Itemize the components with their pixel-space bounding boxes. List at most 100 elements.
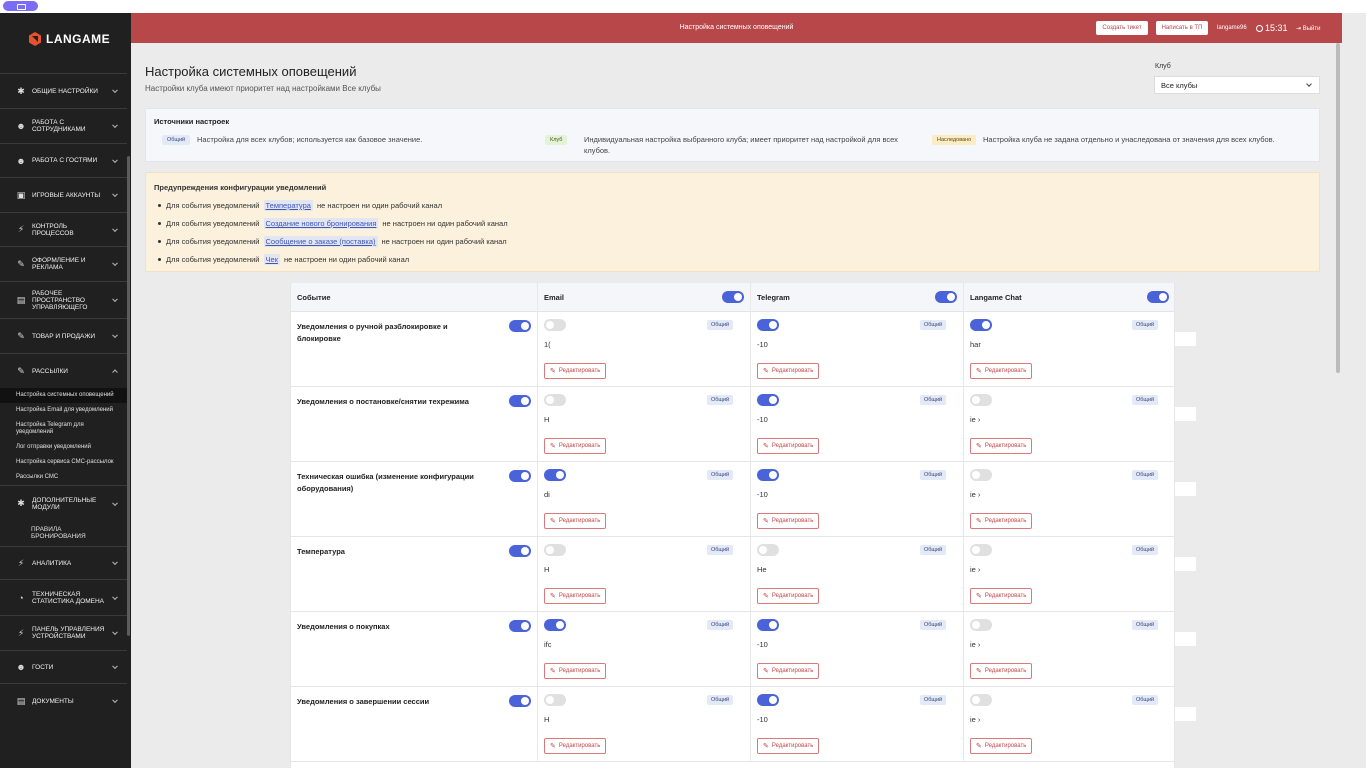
sidebar-subitem-booking-rules[interactable]: Правила бронирования	[0, 521, 127, 546]
chat-toggle[interactable]	[970, 319, 992, 331]
warning-event-link[interactable]: Создание нового бронирования	[263, 218, 379, 229]
sidebar-subitem[interactable]: Рассылки СМС	[0, 470, 127, 485]
telegram-toggle[interactable]	[757, 544, 779, 556]
event-toggle[interactable]	[509, 320, 531, 332]
edit-button[interactable]: ✎ Редактировать	[757, 738, 820, 754]
sidebar-item[interactable]: ▤ Документы	[0, 683, 127, 718]
logout-icon: ⇥	[1296, 26, 1303, 32]
chat-toggle[interactable]	[970, 619, 992, 631]
logo-text: LANGAME	[46, 32, 111, 46]
sidebar-item[interactable]: ✎ Оформление и реклама	[0, 246, 127, 281]
sidebar-item-label: Оформление и реклама	[32, 257, 86, 271]
edit-button[interactable]: ✎ Редактировать	[970, 738, 1033, 754]
table-row: Уведомления о ручной разблокировке и бло…	[291, 312, 1174, 387]
settings-sources-panel: Источники настроек Общий Настройка для в…	[145, 108, 1320, 162]
event-name: Уведомления о завершении сессии	[297, 697, 430, 706]
sidebar-subitem[interactable]: Настройка сервиса СМС-рассылок	[0, 455, 127, 470]
telegram-value: -10	[757, 640, 768, 649]
sidebar-item[interactable]: ⚡ Аналитика	[0, 546, 127, 579]
chevron-icon	[112, 191, 118, 198]
edit-button[interactable]: ✎ Редактировать	[544, 663, 607, 679]
sidebar-subitem[interactable]: Настройка Telegram для уведомлений	[0, 418, 127, 440]
event-toggle[interactable]	[509, 695, 531, 707]
email-master-toggle[interactable]	[722, 291, 744, 303]
chat-toggle[interactable]	[970, 394, 992, 406]
telegram-toggle[interactable]	[757, 319, 779, 331]
create-ticket-button[interactable]: Создать тикет	[1096, 21, 1148, 35]
edit-button[interactable]: ✎ Редактировать	[757, 663, 820, 679]
sidebar-item[interactable]: ✎ Товар и продажи	[0, 318, 127, 353]
logout-label: Выйти	[1302, 26, 1321, 32]
page-scrollbar[interactable]	[1336, 43, 1340, 373]
sidebar-subitem[interactable]: Настройка Email для уведомлений	[0, 403, 127, 418]
edit-button[interactable]: ✎ Редактировать	[544, 438, 607, 454]
chevron-icon	[112, 369, 118, 376]
warning-event-link[interactable]: Температура	[263, 200, 313, 211]
edit-button[interactable]: ✎ Редактировать	[544, 513, 607, 529]
sidebar-item[interactable]: ⚡ Панель управления устройствами	[0, 615, 127, 650]
sidebar-item[interactable]: ☻ Работа с сотрудниками	[0, 108, 127, 143]
edit-label: Редактировать	[771, 593, 814, 599]
sidebar-item[interactable]: ◔ Техническая статистика домена	[0, 579, 127, 615]
email-toggle[interactable]	[544, 694, 566, 706]
telegram-toggle[interactable]	[757, 394, 779, 406]
edit-button[interactable]: ✎ Редактировать	[970, 513, 1033, 529]
sidebar-item[interactable]: ☻ Работа с гостями	[0, 143, 127, 177]
inherit-text: Настройка клуба не задана отдельно и уна…	[983, 135, 1275, 144]
event-toggle[interactable]	[509, 620, 531, 632]
telegram-master-toggle[interactable]	[935, 291, 957, 303]
sidebar-subitem[interactable]: Настройка системных оповещений	[0, 388, 127, 403]
edit-button[interactable]: ✎ Редактировать	[757, 438, 820, 454]
edit-button[interactable]: ✎ Редактировать	[970, 438, 1033, 454]
event-toggle[interactable]	[509, 470, 531, 482]
warning-event-link[interactable]: Чек	[263, 254, 280, 265]
edit-button[interactable]: ✎ Редактировать	[757, 363, 820, 379]
event-toggle[interactable]	[509, 395, 531, 407]
pencil-icon: ✎	[550, 668, 556, 675]
edit-button[interactable]: ✎ Редактировать	[970, 588, 1033, 604]
sidebar-subitem[interactable]: Лог отправки уведомлений	[0, 440, 127, 455]
telegram-toggle[interactable]	[757, 619, 779, 631]
table-row: Уведомления о постановке/снятии техрежим…	[291, 387, 1174, 462]
edit-button[interactable]: ✎ Редактировать	[544, 363, 607, 379]
email-toggle[interactable]	[544, 544, 566, 556]
edit-button[interactable]: ✎ Редактировать	[970, 663, 1033, 679]
sidebar-item[interactable]: ✱ Дополнительные модули	[0, 485, 127, 521]
email-toggle[interactable]	[544, 619, 566, 631]
event-toggle[interactable]	[509, 545, 531, 557]
email-toggle[interactable]	[544, 319, 566, 331]
sidebar-item-label: Общие настройки	[32, 87, 98, 95]
edit-button[interactable]: ✎ Редактировать	[970, 363, 1033, 379]
telegram-toggle[interactable]	[757, 469, 779, 481]
sidebar-item[interactable]: ▣ Игровые аккаунты	[0, 177, 127, 212]
edit-button[interactable]: ✎ Редактировать	[544, 588, 607, 604]
sidebar-item[interactable]: ⚡ Контроль процессов	[0, 212, 127, 246]
write-support-button[interactable]: Написать в ТП	[1156, 21, 1208, 35]
email-toggle[interactable]	[544, 469, 566, 481]
logo[interactable]: LANGAME	[29, 32, 110, 46]
email-value: ifc	[544, 640, 552, 649]
window-icon[interactable]	[3, 1, 38, 11]
source-badge: Общий	[920, 320, 947, 330]
warning-prefix: Для события уведомлений	[166, 237, 260, 246]
chat-toggle[interactable]	[970, 694, 992, 706]
logout-button[interactable]: ⇥ Выйти	[1296, 25, 1320, 32]
user-name[interactable]: langame96	[1217, 25, 1247, 31]
chat-toggle[interactable]	[970, 544, 992, 556]
edit-button[interactable]: ✎ Редактировать	[757, 588, 820, 604]
warning-event-link[interactable]: Сообщение о заказе (поставка)	[263, 236, 378, 247]
sidebar-item[interactable]: ☻ Гости	[0, 650, 127, 683]
edit-button[interactable]: ✎ Редактировать	[757, 513, 820, 529]
sidebar-item[interactable]: ✱ Общие настройки	[0, 73, 127, 108]
sidebar-item[interactable]: ▤ Рабочее пространство управляющего	[0, 281, 127, 318]
edit-button[interactable]: ✎ Редактировать	[544, 738, 607, 754]
email-toggle[interactable]	[544, 394, 566, 406]
edit-label: Редактировать	[558, 593, 601, 599]
club-select[interactable]: Все клубы	[1154, 76, 1320, 94]
sidebar-item[interactable]: ✎ Рассылки	[0, 353, 127, 388]
sidebar-item-label: Документы	[32, 697, 74, 705]
sidebar-scrollbar[interactable]	[127, 156, 130, 636]
chat-toggle[interactable]	[970, 469, 992, 481]
telegram-toggle[interactable]	[757, 694, 779, 706]
chat-master-toggle[interactable]	[1147, 291, 1169, 303]
